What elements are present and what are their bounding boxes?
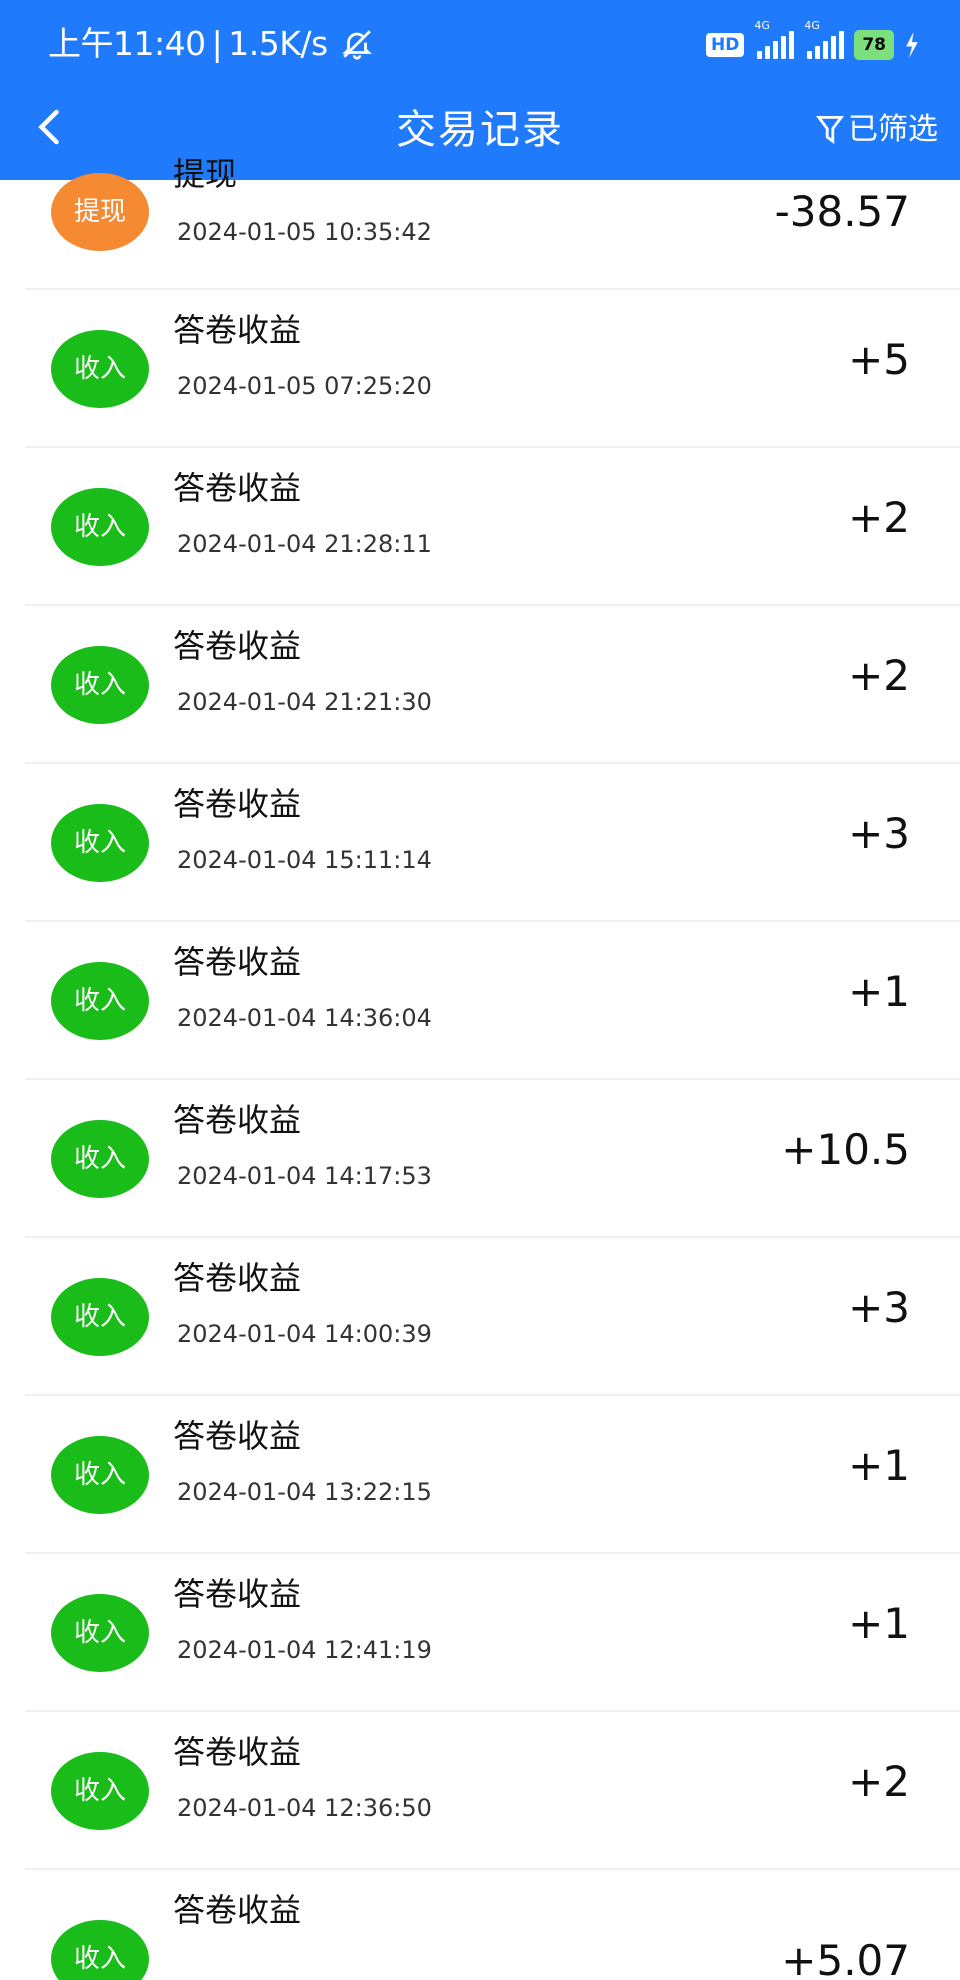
network-type-1: 4G xyxy=(754,19,770,32)
transaction-row[interactable]: 收入 答卷收益 2024-01-04 13:22:15 +1 xyxy=(0,1396,960,1554)
bell-off-icon xyxy=(341,30,372,60)
transaction-row[interactable]: 收入 答卷收益 2024-01-05 07:25:20 +5 xyxy=(0,290,960,448)
transaction-amount: +1 xyxy=(848,1599,910,1648)
transaction-amount: +2 xyxy=(848,1757,910,1806)
transaction-time: 2024-01-04 21:21:30 xyxy=(177,688,432,716)
clock: 上午11:40 xyxy=(48,24,206,63)
transaction-row[interactable]: 收入 答卷收益 2024-01-04 14:36:04 +1 xyxy=(0,922,960,1080)
transaction-title: 答卷收益 xyxy=(173,627,302,665)
transaction-row[interactable]: 收入 答卷收益 +5.07 xyxy=(0,1870,960,1980)
transaction-row[interactable]: 收入 答卷收益 2024-01-04 15:11:14 +3 xyxy=(0,764,960,922)
transaction-row[interactable]: 收入 答卷收益 2024-01-04 12:36:50 +2 xyxy=(0,1712,960,1870)
charging-icon xyxy=(906,32,918,58)
transaction-time: 2024-01-05 07:25:20 xyxy=(177,372,432,400)
transaction-time: 2024-01-04 15:11:14 xyxy=(177,846,432,874)
transaction-amount: -38.57 xyxy=(774,187,910,236)
transaction-title: 答卷收益 xyxy=(173,1101,302,1139)
network-type-2: 4G xyxy=(804,19,820,32)
transaction-amount: +1 xyxy=(848,967,910,1016)
transaction-row[interactable]: 收入 答卷收益 2024-01-04 12:41:19 +1 xyxy=(0,1554,960,1712)
transaction-title: 答卷收益 xyxy=(173,469,302,507)
transaction-row[interactable]: 收入 答卷收益 2024-01-04 14:17:53 +10.5 xyxy=(0,1080,960,1238)
transaction-time: 2024-01-04 14:00:39 xyxy=(177,1320,432,1348)
income-badge: 收入 xyxy=(51,1436,149,1514)
transaction-title: 答卷收益 xyxy=(173,943,302,981)
transaction-title: 答卷收益 xyxy=(173,1259,302,1297)
transaction-title: 答卷收益 xyxy=(173,1417,302,1455)
transaction-title: 答卷收益 xyxy=(173,311,302,349)
transaction-title: 答卷收益 xyxy=(173,1575,302,1613)
status-left: 上午11:40 | 1.5K/s xyxy=(48,24,374,64)
transaction-amount: +3 xyxy=(848,1283,910,1332)
status-bar: 上午11:40 | 1.5K/s HD 4G 4G 78 xyxy=(0,0,960,90)
income-badge: 收入 xyxy=(51,1752,149,1830)
transaction-time: 2024-01-04 14:17:53 xyxy=(177,1162,432,1190)
transaction-time: 2024-01-04 12:36:50 xyxy=(177,1794,432,1822)
transaction-row[interactable]: 收入 答卷收益 2024-01-04 14:00:39 +3 xyxy=(0,1238,960,1396)
transaction-row[interactable]: 提现 提现 2024-01-05 10:35:42 -38.57 xyxy=(0,132,960,290)
transaction-amount: +2 xyxy=(848,651,910,700)
transaction-time: 2024-01-04 12:41:19 xyxy=(177,1636,432,1664)
transaction-time: 2024-01-04 21:28:11 xyxy=(177,530,432,558)
income-badge: 收入 xyxy=(51,1120,149,1198)
signal-icon-1: 4G xyxy=(754,19,795,59)
transaction-title: 答卷收益 xyxy=(173,1891,302,1929)
transaction-title: 答卷收益 xyxy=(173,1733,302,1771)
transaction-amount: +10.5 xyxy=(781,1125,910,1174)
transaction-amount: +1 xyxy=(848,1441,910,1490)
battery-icon: 78 xyxy=(854,30,894,60)
transaction-row[interactable]: 收入 答卷收益 2024-01-04 21:21:30 +2 xyxy=(0,606,960,764)
income-badge: 收入 xyxy=(51,646,149,724)
income-badge: 收入 xyxy=(51,804,149,882)
transaction-amount: +3 xyxy=(848,809,910,858)
transaction-title: 答卷收益 xyxy=(173,785,302,823)
transaction-time: 2024-01-05 10:35:42 xyxy=(177,218,432,246)
transaction-title: 提现 xyxy=(173,155,238,193)
status-separator: | xyxy=(211,24,223,63)
income-badge: 收入 xyxy=(51,1920,149,1980)
income-badge: 收入 xyxy=(51,1594,149,1672)
transaction-amount: +5.07 xyxy=(781,1936,910,1980)
signal-icon-2: 4G xyxy=(804,19,845,59)
hd-voice-icon: HD xyxy=(705,33,745,57)
transaction-row[interactable]: 收入 答卷收益 2024-01-04 21:28:11 +2 xyxy=(0,448,960,606)
income-badge: 收入 xyxy=(51,1278,149,1356)
transaction-time: 2024-01-04 14:36:04 xyxy=(177,1004,432,1032)
income-badge: 收入 xyxy=(51,962,149,1040)
income-badge: 收入 xyxy=(51,330,149,408)
income-badge: 收入 xyxy=(51,488,149,566)
transaction-amount: +5 xyxy=(848,335,910,384)
status-right: HD 4G 4G 78 xyxy=(705,19,920,64)
battery-level: 78 xyxy=(862,35,886,55)
transaction-amount: +2 xyxy=(848,493,910,542)
network-speed: 1.5K/s xyxy=(228,24,328,63)
withdraw-badge: 提现 xyxy=(51,173,149,251)
transaction-time: 2024-01-04 13:22:15 xyxy=(177,1478,432,1506)
